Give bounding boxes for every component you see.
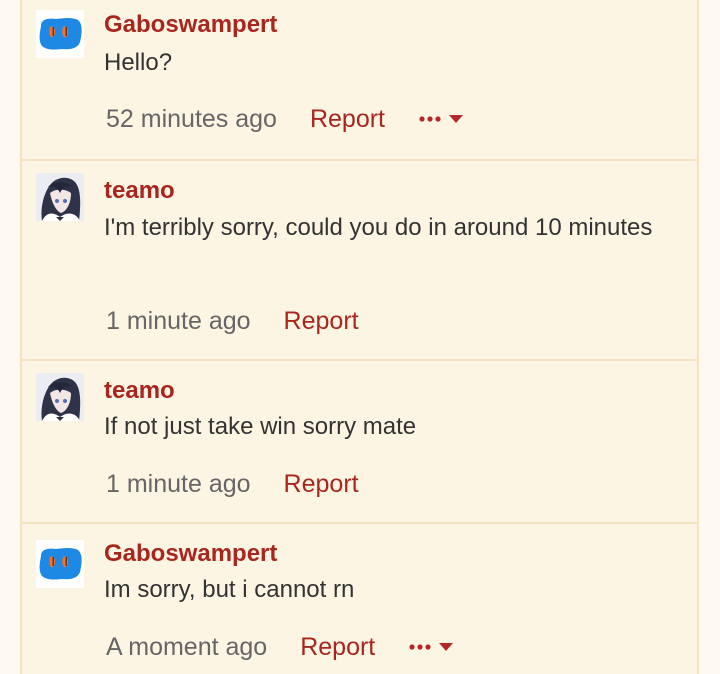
report-link[interactable]: Report [300, 633, 375, 662]
comment-meta: A moment ago Report [106, 631, 456, 663]
comment-thread: Gaboswampert Hello? 52 minutes ago Repor… [20, 0, 699, 674]
comment-timestamp: 1 minute ago [106, 469, 251, 498]
comment-meta: 1 minute ago Report [106, 305, 359, 337]
anime-character-avatar-icon[interactable] [36, 373, 84, 421]
comment: Gaboswampert Im sorry, but i cannot rn A… [22, 522, 697, 674]
comment-author[interactable]: Gaboswampert [104, 540, 277, 568]
comment-text: Hello? [104, 49, 173, 76]
comment-text: Im sorry, but i cannot rn [104, 576, 355, 603]
report-link[interactable]: Report [284, 470, 359, 499]
more-options-button[interactable] [408, 639, 456, 655]
more-options-button[interactable] [418, 111, 466, 127]
comment-timestamp: A moment ago [106, 632, 268, 661]
comment: Gaboswampert Hello? 52 minutes ago Repor… [22, 0, 697, 159]
comment-timestamp: 52 minutes ago [106, 104, 277, 133]
more-options-icon [409, 643, 454, 651]
comment-author[interactable]: Gaboswampert [104, 11, 277, 39]
more-options-icon [419, 115, 463, 123]
comment-meta: 52 minutes ago Report [106, 103, 466, 135]
comment-timestamp: 1 minute ago [106, 306, 251, 335]
comment-author[interactable]: teamo [104, 377, 175, 405]
report-link[interactable]: Report [284, 307, 359, 336]
comment-meta: 1 minute ago Report [106, 468, 359, 500]
comment-text: I'm terribly sorry, could you do in arou… [104, 214, 653, 241]
blue-blob-avatar-icon[interactable] [36, 10, 84, 58]
page: Gaboswampert Hello? 52 minutes ago Repor… [0, 0, 720, 674]
blue-blob-avatar-icon[interactable] [36, 540, 84, 588]
comment-text: If not just take win sorry mate [104, 413, 417, 440]
anime-character-avatar-icon[interactable] [36, 173, 84, 221]
comment: teamo If not just take win sorry mate 1 … [22, 359, 697, 522]
report-link[interactable]: Report [310, 105, 385, 134]
comment-author[interactable]: teamo [104, 177, 175, 205]
comment: teamo I'm terribly sorry, could you do i… [22, 159, 697, 359]
